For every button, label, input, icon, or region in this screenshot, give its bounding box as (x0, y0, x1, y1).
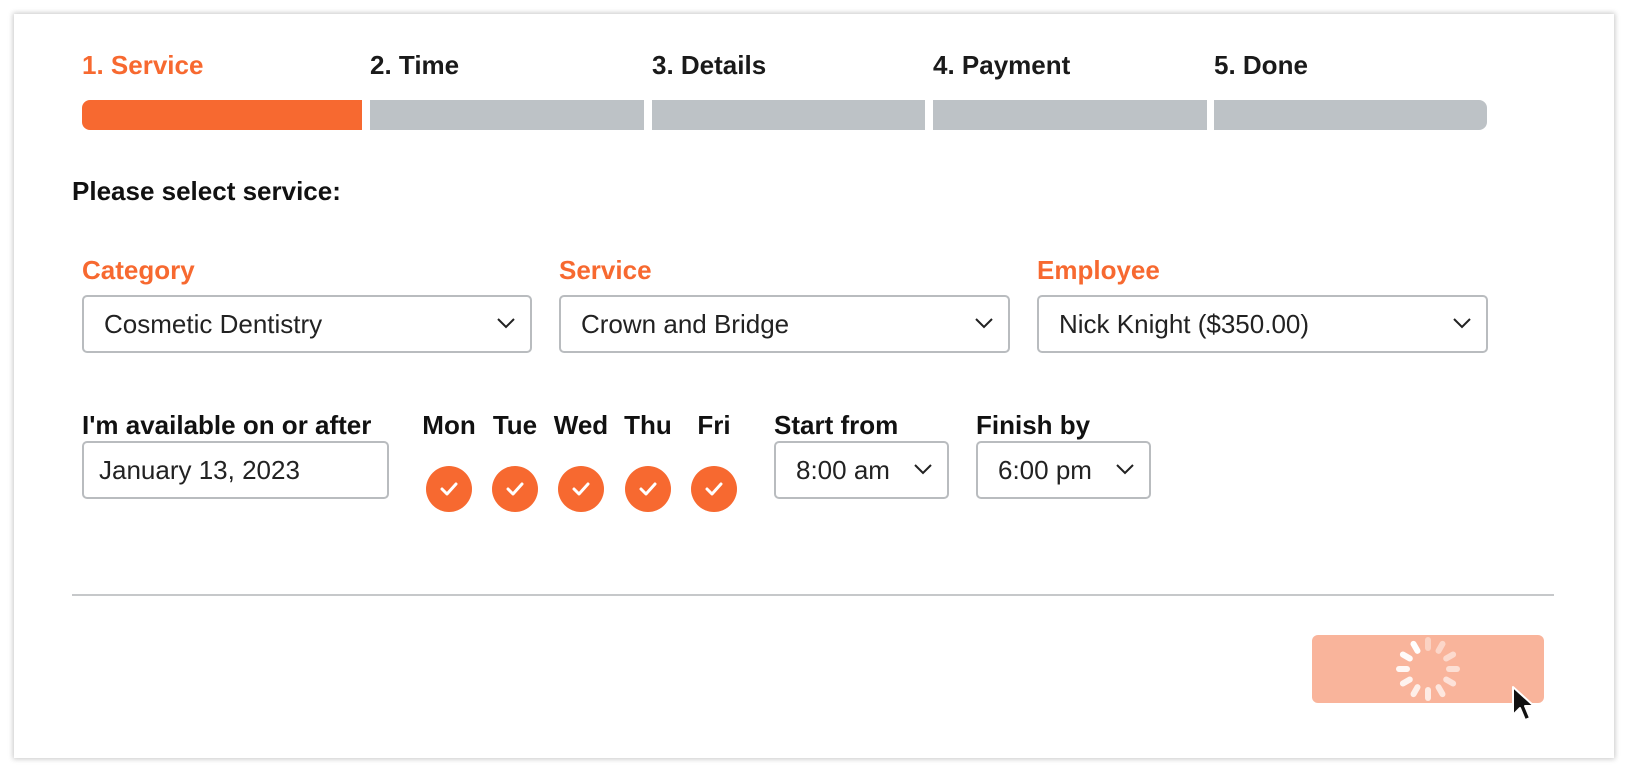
step-progress: 1. Service 2. Time 3. Details 4. Payment… (72, 42, 1530, 134)
step-bar (82, 100, 362, 130)
step-bar (933, 100, 1207, 130)
checkmark-icon (572, 482, 590, 496)
spinner-spoke (1409, 639, 1422, 655)
service-value: Crown and Bridge (581, 308, 790, 339)
next-button[interactable] (1312, 635, 1544, 703)
spinner-spoke (1434, 683, 1447, 699)
step-bar (652, 100, 925, 130)
category-value: Cosmetic Dentistry (104, 308, 323, 339)
day-label-mon: Mon (422, 410, 476, 440)
service-select[interactable]: Crown and Bridge (559, 295, 1010, 353)
divider (72, 594, 1554, 596)
step-service[interactable]: 1. Service (82, 42, 362, 134)
step-label: 2. Time (370, 50, 460, 80)
step-time[interactable]: 2. Time (370, 42, 644, 134)
start-time-value: 8:00 am (796, 454, 890, 485)
checkmark-icon (639, 482, 657, 496)
finish-time-value: 6:00 pm (998, 454, 1092, 485)
chevron-down-icon (914, 464, 932, 475)
step-label: 5. Done (1214, 50, 1308, 80)
step-label: 4. Payment (933, 50, 1071, 80)
day-label-fri: Fri (697, 410, 731, 440)
chevron-down-icon (975, 318, 993, 329)
day-checkbox-thu[interactable] (625, 466, 671, 512)
day-checkbox-wed[interactable] (558, 466, 604, 512)
spinner-spoke (1446, 666, 1460, 672)
category-label: Category (82, 255, 195, 285)
employee-value: Nick Knight ($350.00) (1059, 308, 1310, 339)
step-label: 3. Details (652, 50, 767, 80)
spinner-spoke (1409, 683, 1422, 699)
spinner-spoke (1425, 637, 1431, 651)
spinner-spoke (1425, 687, 1431, 701)
date-input[interactable]: January 13, 2023 (82, 441, 389, 499)
day-checkbox-mon[interactable] (426, 466, 472, 512)
day-label-wed: Wed (553, 410, 609, 440)
spinner-spoke (1396, 666, 1410, 672)
step-payment[interactable]: 4. Payment (933, 42, 1207, 134)
day-checkbox-tue[interactable] (492, 466, 538, 512)
chevron-down-icon (497, 318, 515, 329)
chevron-down-icon (1453, 318, 1471, 329)
service-label: Service (559, 255, 652, 285)
spinner-spoke (1442, 675, 1458, 688)
spinner-spoke (1398, 650, 1414, 663)
step-bar (1214, 100, 1487, 130)
chevron-down-icon (1116, 464, 1134, 475)
category-select[interactable]: Cosmetic Dentistry (82, 295, 532, 353)
start-time-select[interactable]: 8:00 am (774, 441, 949, 499)
mouse-cursor-icon (1512, 686, 1535, 721)
spinner-spoke (1442, 650, 1458, 663)
employee-select[interactable]: Nick Knight ($350.00) (1037, 295, 1488, 353)
day-label-thu: Thu (624, 410, 672, 440)
finish-by-label: Finish by (976, 410, 1091, 440)
start-from-label: Start from (774, 410, 899, 440)
finish-time-select[interactable]: 6:00 pm (976, 441, 1151, 499)
checkmark-icon (440, 482, 458, 496)
step-label: 1. Service (82, 50, 204, 80)
step-details[interactable]: 3. Details (652, 42, 925, 134)
spinner-spoke (1434, 639, 1447, 655)
checkmark-icon (705, 482, 723, 496)
date-value: January 13, 2023 (99, 454, 300, 485)
date-label: I'm available on or after (82, 410, 372, 440)
day-checkbox-fri[interactable] (691, 466, 737, 512)
page-heading: Please select service: (72, 176, 341, 206)
employee-label: Employee (1037, 255, 1160, 285)
step-done[interactable]: 5. Done (1214, 42, 1487, 134)
checkmark-icon (506, 482, 524, 496)
spinner-spoke (1398, 675, 1414, 688)
day-label-tue: Tue (492, 410, 538, 440)
step-bar (370, 100, 644, 130)
